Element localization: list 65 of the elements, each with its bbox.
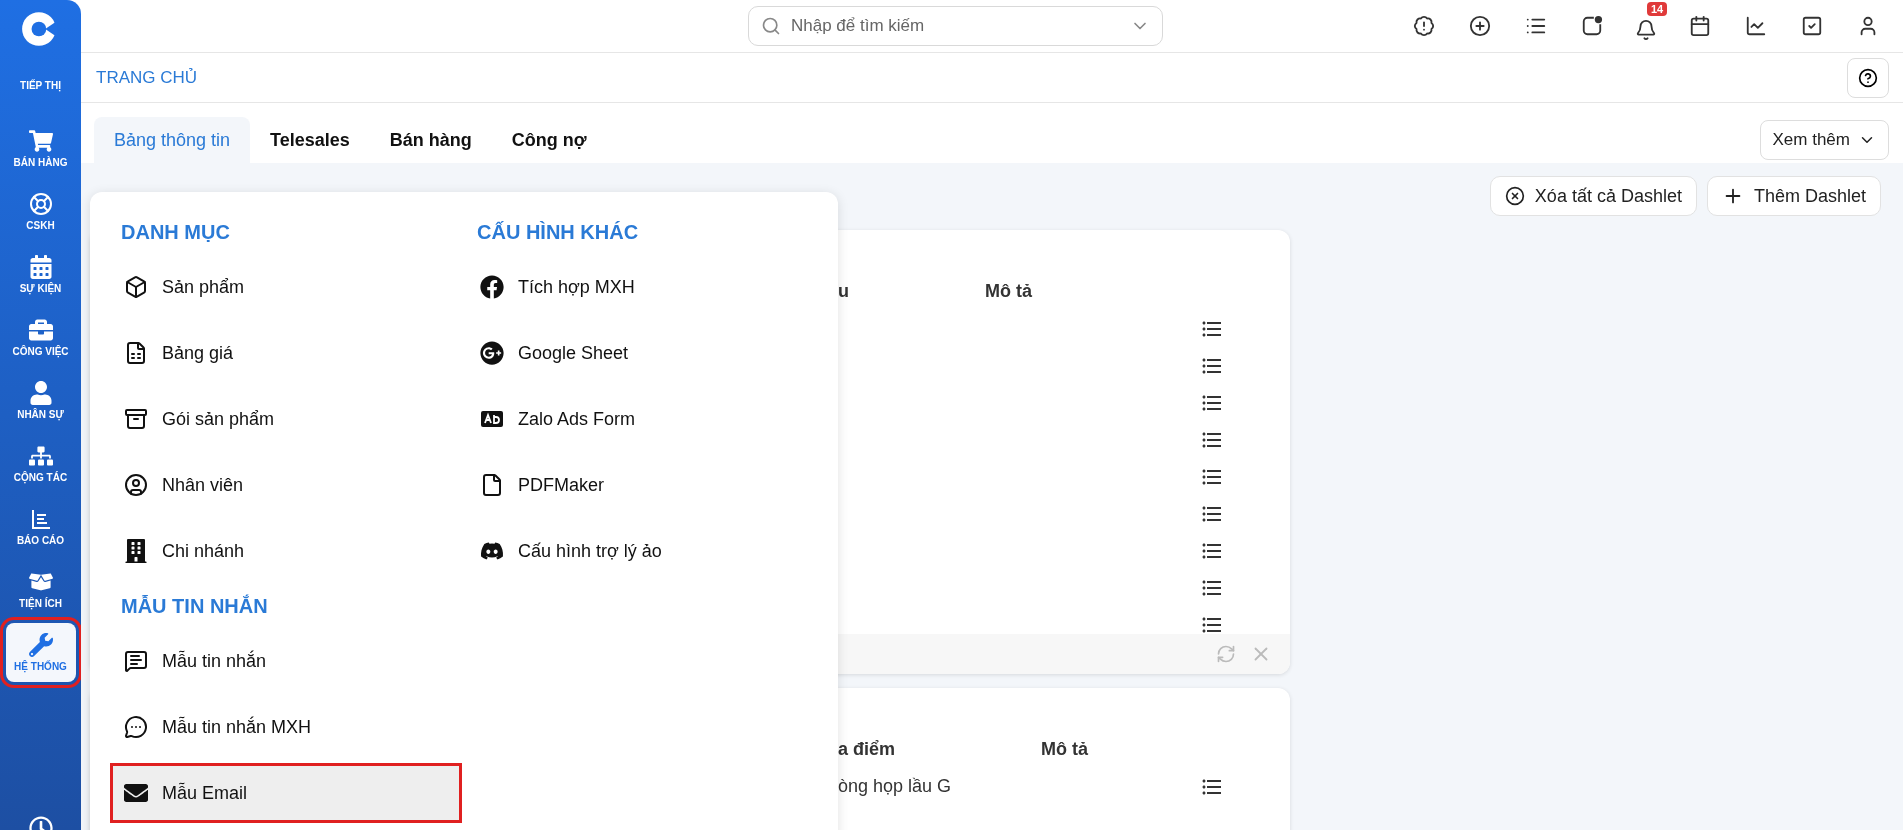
chat-bubble-icon xyxy=(124,715,148,739)
menu-item[interactable]: Mẫu tin nhắn MXH xyxy=(110,697,466,757)
building-icon xyxy=(124,539,148,563)
help-button[interactable] xyxy=(1847,57,1889,98)
sidebar-item[interactable]: CSKH xyxy=(5,182,76,241)
table-cell-text: òng họp lầu G xyxy=(838,776,953,797)
menu-item[interactable]: Mẫu Email xyxy=(110,763,462,823)
pdf-file-icon xyxy=(480,473,504,497)
message-icon xyxy=(124,649,148,673)
tab[interactable]: Telesales xyxy=(250,117,370,163)
section-title: MẪU TIN NHẮN xyxy=(120,593,269,619)
tab[interactable]: Bảng thông tin xyxy=(94,117,251,163)
clear-dashlets-button[interactable]: Xóa tất cả Dashlet xyxy=(1489,176,1697,216)
section-title: CẤU HÌNH KHÁC xyxy=(476,219,640,245)
user-circle-icon xyxy=(124,473,148,497)
menu-item[interactable]: Bảng giá xyxy=(110,323,466,383)
wrench-icon xyxy=(28,633,53,657)
sheet-icon xyxy=(124,341,148,365)
menu-item[interactable]: Zalo Ads Form xyxy=(466,389,816,449)
menu-item[interactable]: Cấu hình trợ lý ảo xyxy=(466,521,816,581)
menu-item[interactable]: Mẫu tin nhắn xyxy=(110,631,466,691)
column-header: u xyxy=(838,281,850,302)
sidebar-item[interactable]: TIỆN ÍCH xyxy=(5,560,76,619)
lifebuoy-icon xyxy=(28,192,53,216)
sidebar-item[interactable]: NHÂN SỰ xyxy=(5,371,76,430)
more-dropdown[interactable]: Xem thêm xyxy=(1759,120,1889,160)
column-header: Mô tả xyxy=(1041,739,1089,760)
menu-item[interactable]: PDFMaker xyxy=(466,455,816,515)
google-icon xyxy=(480,341,504,365)
facebook-icon xyxy=(480,275,504,299)
menu-item[interactable]: Nhân viên xyxy=(110,455,466,515)
org-chart-icon xyxy=(28,444,53,468)
page-title: TRANG CHỦ xyxy=(96,67,198,88)
menu-item[interactable]: Tích hợp MXH xyxy=(466,257,816,317)
menu-item[interactable]: Sản phẩm xyxy=(110,257,466,317)
notification-badge: 14 xyxy=(1647,2,1668,16)
add-icon[interactable] xyxy=(1467,13,1493,39)
bell-icon[interactable] xyxy=(1635,19,1657,41)
search-icon xyxy=(761,16,781,36)
sidebar-item[interactable]: TIẾP THỊ xyxy=(5,56,76,115)
archive-icon xyxy=(124,407,148,431)
menu-item[interactable]: Google Sheet xyxy=(466,323,816,383)
menu-item[interactable]: Chi nhánh xyxy=(110,521,466,581)
box-icon xyxy=(124,275,148,299)
alert-icon[interactable] xyxy=(1411,13,1437,39)
sidebar-item[interactable]: SỰ KIỆN xyxy=(5,245,76,304)
section-title: DANH MỤC xyxy=(120,219,231,245)
add-dashlet-button[interactable]: Thêm Dashlet xyxy=(1706,176,1881,216)
person-icon xyxy=(28,381,53,405)
column-header: Mô tả xyxy=(985,281,1033,302)
sidebar-item[interactable]: BÁN HÀNG xyxy=(5,119,76,178)
sidebar-item[interactable]: BÁO CÁO xyxy=(5,497,76,556)
sidebar-item[interactable]: CÔNG VIỆC xyxy=(5,308,76,367)
tab[interactable]: Bán hàng xyxy=(369,117,492,163)
close-circle-icon xyxy=(1504,186,1525,206)
briefcase-icon xyxy=(28,318,53,342)
search-field[interactable]: Nhập để tìm kiếm xyxy=(748,6,1163,46)
cart-icon xyxy=(28,129,53,153)
help-icon xyxy=(1858,67,1878,88)
envelope-icon xyxy=(124,781,148,805)
tab[interactable]: Công nợ xyxy=(491,117,607,163)
calendar-icon xyxy=(28,255,53,279)
sidebar-item[interactable]: CỘNG TÁC xyxy=(5,434,76,493)
menu-item[interactable]: Gói sản phẩm xyxy=(110,389,466,449)
column-header: a điểm xyxy=(838,739,897,760)
